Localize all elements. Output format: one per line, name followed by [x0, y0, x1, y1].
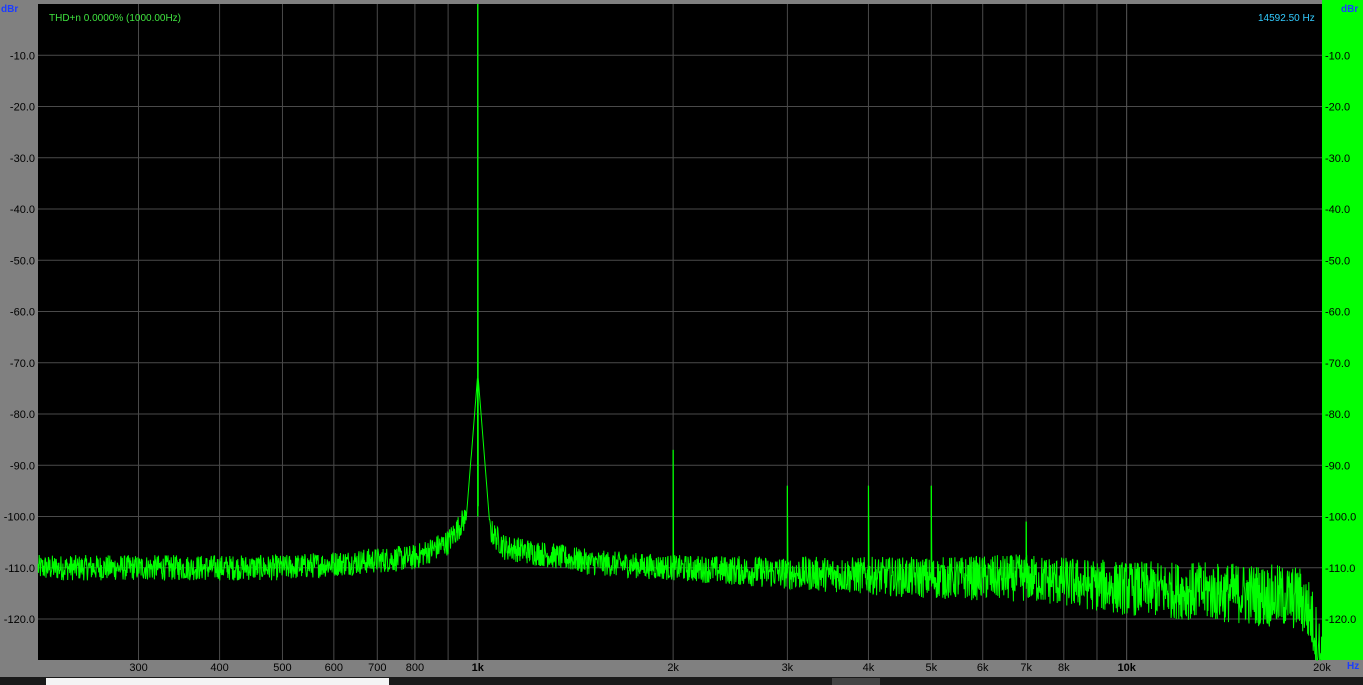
x-tick-label: 3k: [782, 662, 794, 674]
y-tick-label-left: -70.0: [10, 358, 35, 370]
x-tick-label: 1k: [472, 662, 485, 674]
y-tick-label-right: -50.0: [1325, 255, 1350, 267]
x-tick-label: 6k: [977, 662, 989, 674]
x-tick-label: 7k: [1020, 662, 1032, 674]
y-tick-label-right: -90.0: [1325, 460, 1350, 472]
x-tick-label: 400: [210, 662, 228, 674]
y-tick-label-right: -80.0: [1325, 409, 1350, 421]
x-tick-label: 8k: [1058, 662, 1070, 674]
y-tick-label-left: -120.0: [4, 614, 35, 626]
y-tick-label-right: -60.0: [1325, 307, 1350, 319]
y-tick-label-right: -30.0: [1325, 153, 1350, 165]
x-tick-label: 2k: [667, 662, 679, 674]
y-tick-label-right: -40.0: [1325, 204, 1350, 216]
y-axis-label-right: dBr: [1341, 4, 1359, 15]
y-tick-label-left: -20.0: [10, 102, 35, 114]
y-tick-label-left: -30.0: [10, 153, 35, 165]
y-tick-label-left: -60.0: [10, 307, 35, 319]
x-tick-label: 20k: [1313, 662, 1331, 674]
y-tick-label-left: -40.0: [10, 204, 35, 216]
y-tick-label-left: -10.0: [10, 50, 35, 62]
y-tick-label-right: -10.0: [1325, 50, 1350, 62]
x-tick-label: 5k: [926, 662, 938, 674]
y-tick-label-right: -70.0: [1325, 358, 1350, 370]
y-tick-label-left: -100.0: [4, 512, 35, 524]
y-tick-label-left: -90.0: [10, 460, 35, 472]
spectrum-chart: -10.0 -10.0 -20.0 -20.0 -30.0 -30.0 -40.0 -40.0…: [4, 3, 1356, 674]
x-tick-label: 500: [273, 662, 291, 674]
y-tick-label-left: -80.0: [10, 409, 35, 421]
x-tick-label: 600: [325, 662, 343, 674]
y-tick-label-right: -100.0: [1325, 512, 1356, 524]
y-tick-label-right: -120.0: [1325, 614, 1356, 626]
y-axis-label-left: dBr: [1, 4, 19, 15]
x-tick-label: 4k: [863, 662, 875, 674]
y-tick-label-right: -110.0: [1325, 563, 1355, 575]
y-tick-label-left: -110.0: [5, 563, 35, 575]
x-tick-label: 300: [129, 662, 147, 674]
x-tick-label: 700: [368, 662, 386, 674]
y-tick-label-right: -20.0: [1325, 102, 1350, 114]
x-tick-label: 10k: [1117, 662, 1136, 674]
cursor-frequency-readout: 14592.50 Hz: [1258, 13, 1315, 24]
x-tick-label: 800: [406, 662, 424, 674]
y-tick-label-left: -50.0: [10, 255, 35, 267]
x-axis-label: Hz: [1347, 661, 1360, 672]
thd-annotation: THD+n 0.0000% (1000.00Hz): [49, 13, 182, 24]
